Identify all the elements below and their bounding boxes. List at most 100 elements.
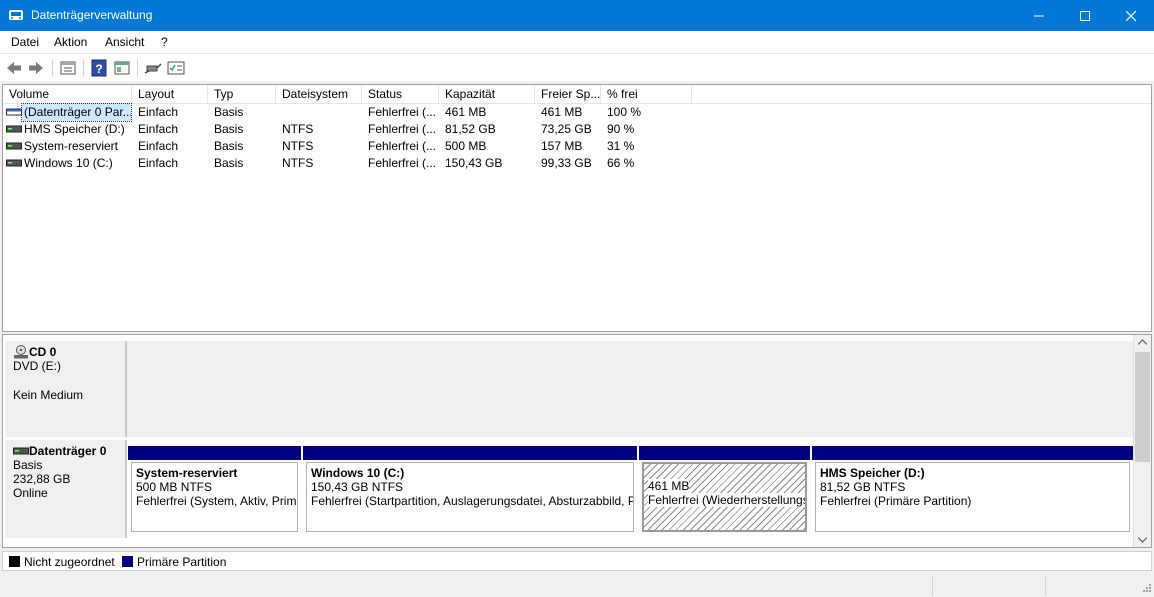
typ-cell: Basis [214, 156, 244, 170]
capacity-cell: 461 MB [445, 105, 487, 119]
scroll-down-icon[interactable] [1138, 537, 1147, 543]
partition-size: 461 MB [648, 479, 690, 493]
disk-size: 232,88 GB [13, 472, 71, 486]
close-icon [1126, 10, 1136, 21]
volume-cell: System-reserviert [24, 139, 119, 153]
partition-status: Fehlerfrei (Primäre Partition) [820, 494, 972, 508]
status-bar-separator [932, 576, 933, 596]
table-row[interactable]: HMS Speicher (D:) Einfach Basis NTFS Feh… [3, 121, 1151, 138]
minimize-button[interactable] [1016, 0, 1062, 31]
typ-cell: Basis [214, 105, 244, 119]
maximize-button[interactable] [1062, 0, 1108, 31]
partition-bar [303, 446, 637, 460]
menu-ansicht[interactable]: Ansicht [105, 35, 144, 49]
disk-type: Basis [13, 458, 43, 472]
close-button[interactable] [1108, 0, 1154, 31]
volume-list: Volume Layout Typ Dateisystem Status Kap… [2, 84, 1152, 332]
table-row[interactable]: (Datenträger 0 Par... Einfach Basis Fehl… [3, 103, 1151, 122]
disk-label-cd0[interactable]: CD 0 DVD (E:) Kein Medium [5, 341, 127, 437]
partition-size: 500 MB NTFS [136, 480, 213, 494]
disk-management-app-icon [9, 10, 23, 20]
volume-cell: (Datenträger 0 Par... [21, 103, 132, 122]
resize-grip-icon[interactable] [1140, 583, 1152, 595]
partition-bar [639, 446, 810, 460]
menu-datei[interactable]: Datei [11, 35, 39, 49]
disk-drive-letter: DVD (E:) [13, 359, 61, 373]
percent-free-cell: 66 % [607, 156, 635, 170]
drive-volume-icon [6, 159, 22, 167]
legend-label-primary: Primäre Partition [137, 555, 227, 569]
legend-swatch-unallocated [9, 556, 20, 567]
free-space-cell: 73,25 GB [541, 122, 592, 136]
disk-name: Datenträger 0 [29, 444, 107, 458]
free-space-cell: 157 MB [541, 139, 583, 153]
percent-free-cell: 100 % [607, 105, 642, 119]
title-bar: Datenträgerverwaltung [0, 0, 1154, 31]
table-row[interactable]: Windows 10 (C:) Einfach Basis NTFS Fehle… [3, 155, 1151, 172]
typ-cell: Basis [214, 139, 244, 153]
typ-cell: Basis [214, 122, 244, 136]
partition-name [648, 467, 801, 479]
legend: Nicht zugeordnet Primäre Partition [2, 551, 1152, 571]
disk-area-cd0 [127, 341, 1133, 437]
check-list-icon[interactable] [167, 59, 185, 77]
filesystem-cell: NTFS [282, 139, 314, 153]
partition-status: Fehlerfrei (Startpartition, Auslagerungs… [311, 494, 634, 508]
column-header-dateisystem[interactable]: Dateisystem [276, 85, 362, 103]
partition-bar [128, 446, 301, 460]
partition-name: HMS Speicher (D:) [820, 466, 925, 480]
console-tree-icon[interactable] [113, 59, 131, 77]
partition-name: System-reserviert [136, 466, 238, 480]
forward-arrow-icon[interactable] [27, 59, 45, 77]
partition-status: Fehlerfrei (System, Aktiv, Prim [136, 494, 297, 508]
column-header-prozent-frei[interactable]: % frei [601, 85, 692, 103]
filesystem-cell [276, 104, 362, 121]
legend-swatch-primary [122, 556, 133, 567]
partition-size: 150,43 GB NTFS [311, 480, 404, 494]
drive-volume-icon [6, 142, 22, 150]
partition-recovery[interactable]: 461 MB Fehlerfrei (Wiederherstellungs [639, 446, 810, 534]
window-title: Datenträgerverwaltung [31, 8, 153, 22]
volume-cell: HMS Speicher (D:) [24, 122, 125, 136]
back-arrow-icon[interactable] [5, 59, 23, 77]
disk-panel-scrollbar[interactable] [1133, 335, 1151, 547]
properties-icon[interactable] [59, 59, 77, 77]
partition-system-reserved[interactable]: System-reserviert 500 MB NTFS Fehlerfrei… [128, 446, 301, 534]
column-header-layout[interactable]: Layout [132, 85, 208, 103]
column-header-freier-speicher[interactable]: Freier Sp... [535, 85, 601, 103]
disk-area-disk0: System-reserviert 500 MB NTFS Fehlerfrei… [127, 440, 1133, 538]
status-cell: Fehlerfrei (... [368, 139, 437, 153]
column-header-volume[interactable]: Volume [3, 85, 132, 103]
status-cell: Fehlerfrei (... [368, 105, 437, 119]
percent-free-cell: 90 % [607, 122, 635, 136]
volume-list-header: Volume Layout Typ Dateisystem Status Kap… [3, 85, 1151, 104]
status-bar-separator [1045, 576, 1046, 596]
layout-cell: Einfach [138, 105, 179, 119]
disk-label-disk0[interactable]: Datenträger 0 Basis 232,88 GB Online [5, 440, 127, 538]
menu-aktion[interactable]: Aktion [54, 35, 87, 49]
layout-cell: Einfach [138, 139, 179, 153]
menu-help[interactable]: ? [161, 35, 168, 49]
maximize-icon [1080, 10, 1090, 21]
layout-cell: Einfach [138, 156, 179, 170]
svg-text:?: ? [95, 62, 102, 76]
volume-cell: Windows 10 (C:) [24, 156, 113, 170]
column-header-kapazitaet[interactable]: Kapazität [439, 85, 535, 103]
partition-hms-speicher-d[interactable]: HMS Speicher (D:) 81,52 GB NTFS Fehlerfr… [812, 446, 1133, 534]
scroll-up-icon[interactable] [1138, 339, 1147, 345]
capacity-cell: 150,43 GB [445, 156, 503, 170]
status-cell: Fehlerfrei (... [368, 122, 437, 136]
table-row[interactable]: System-reserviert Einfach Basis NTFS Feh… [3, 138, 1151, 155]
help-icon[interactable]: ? [90, 59, 108, 77]
filesystem-cell: NTFS [282, 156, 314, 170]
disk-name: CD 0 [29, 345, 57, 359]
free-space-cell: 461 MB [541, 105, 583, 119]
column-header-typ[interactable]: Typ [208, 85, 276, 103]
connect-disk-icon[interactable] [144, 59, 162, 77]
toolbar: ? [0, 54, 1154, 81]
partition-windows-c[interactable]: Windows 10 (C:) 150,43 GB NTFS Fehlerfre… [303, 446, 637, 534]
column-header-status[interactable]: Status [362, 85, 439, 103]
partition-volume-icon [6, 108, 22, 116]
scroll-thumb[interactable] [1135, 352, 1150, 462]
disk-map-panel: CD 0 DVD (E:) Kein Medium Datenträger 0 … [2, 334, 1152, 548]
